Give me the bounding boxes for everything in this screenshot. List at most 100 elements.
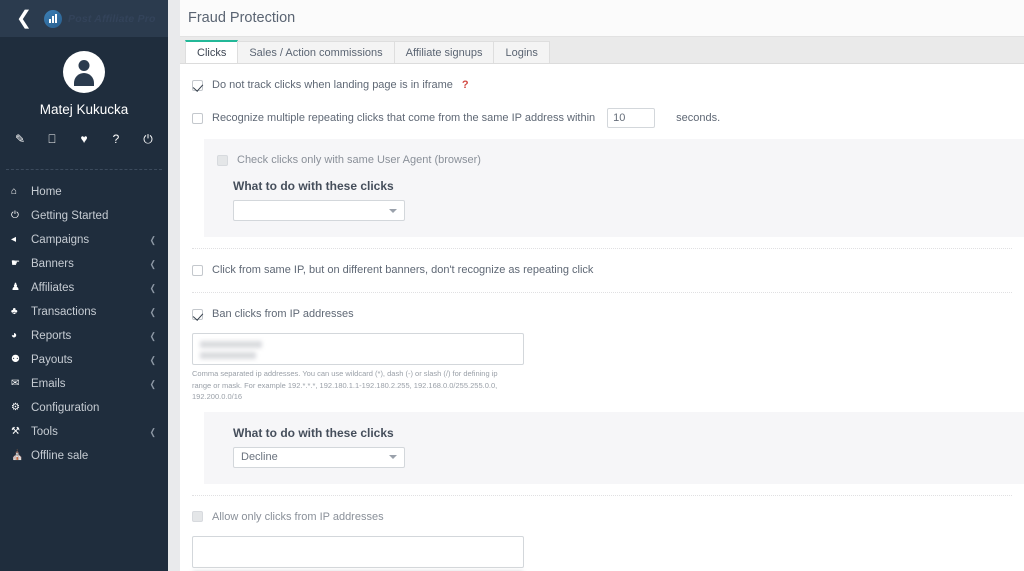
label-same-user-agent: Check clicks only with same User Agent (… (237, 154, 481, 166)
sidebar-item-banners[interactable]: ☛ Banners ❮ (0, 252, 168, 276)
divider (192, 292, 1012, 293)
sidebar-item-label: Tools (31, 426, 58, 438)
envelope-icon: ✉ (11, 378, 20, 389)
main-area: Fraud Protection Clicks Sales / Action c… (180, 0, 1024, 571)
allow-ip-textarea[interactable] (192, 535, 524, 568)
select-ban-action-value: Decline (241, 451, 278, 464)
panel-ban-action: What to do with these clicks Decline (204, 411, 1024, 484)
sidebar-item-campaigns[interactable]: ◂ Campaigns ❮ (0, 228, 168, 252)
heart-icon[interactable]: ♥ (77, 133, 91, 145)
chevron-left-icon: ❮ (150, 258, 157, 269)
label-seconds-suffix: seconds. (676, 112, 721, 124)
logo-badge-icon (44, 9, 62, 28)
heading-ban-action: What to do with these clicks (233, 425, 394, 440)
label-different-banners: Click from same IP, but on different ban… (212, 264, 594, 276)
sidebar-item-label: Affiliates (31, 282, 75, 294)
field-iframe-tracking: Do not track clicks when landing page is… (180, 74, 1024, 96)
label-allow-ip: Allow only clicks from IP addresses (212, 510, 384, 523)
sidebar-item-label: Offline sale (31, 450, 89, 462)
sidebar-item-getting-started[interactable]: ⏻ Getting Started (0, 204, 168, 228)
chevron-down-icon (389, 208, 397, 213)
tab-label: Logins (505, 46, 538, 59)
desktop-icon[interactable]: ⎕ (45, 133, 59, 145)
chart-pie-icon: ◕ (11, 330, 18, 341)
sidebar-item-tools[interactable]: ⚒ Tools ❮ (0, 420, 168, 444)
tab-label: Sales / Action commissions (249, 46, 383, 59)
sidebar-item-home[interactable]: ⌂ Home (0, 180, 168, 204)
field-repeating-clicks: Recognize multiple repeating clicks that… (180, 107, 1024, 129)
gear-icon: ⚙ (11, 402, 20, 413)
sidebar-item-payouts[interactable]: ⚉ Payouts ❮ (0, 348, 168, 372)
tab-bar: Clicks Sales / Action commissions Affili… (180, 37, 1024, 64)
checkbox-iframe-tracking[interactable] (192, 79, 203, 91)
checkbox-repeating-clicks[interactable] (192, 112, 203, 124)
money-bag-icon: ⚉ (11, 354, 20, 365)
chevron-left-icon: ❮ (150, 306, 157, 317)
quick-actions: ✎ ⎕ ♥ ? ⏻ (0, 133, 168, 159)
tab-sales-action-commissions[interactable]: Sales / Action commissions (237, 41, 395, 63)
sidebar-item-label: Home (31, 186, 62, 198)
sidebar-item-label: Transactions (31, 306, 97, 318)
chevron-left-icon: ❮ (150, 378, 157, 389)
field-ban-ip: Ban clicks from IP addresses (180, 303, 1024, 325)
tab-logins[interactable]: Logins (493, 41, 550, 63)
chevron-down-icon (389, 455, 397, 460)
sidebar-item-affiliates[interactable]: ♟ Affiliates ❮ (0, 276, 168, 300)
hint-ban-ip: Comma separated ip addresses. You can us… (192, 369, 498, 402)
chevron-left-icon: ❮ (150, 354, 157, 365)
sidebar-item-label: Banners (31, 258, 74, 270)
chevron-left-icon: ❮ (150, 426, 157, 437)
checkbox-ban-ip[interactable] (192, 308, 203, 320)
sidebar-item-label: Getting Started (31, 210, 109, 222)
tab-affiliate-signups[interactable]: Affiliate signups (393, 41, 495, 63)
tab-clicks[interactable]: Clicks (185, 40, 239, 63)
sidebar: ❮ Post Affiliate Pro Matej Kukucka ✎ ⎕ ♥… (0, 0, 168, 571)
form-content: Do not track clicks when landing page is… (180, 64, 1024, 571)
select-ban-action[interactable]: Decline (233, 446, 405, 468)
sidebar-item-label: Campaigns (31, 234, 90, 246)
chevron-left-icon: ❮ (150, 234, 157, 245)
label-iframe-tracking: Do not track clicks when landing page is… (212, 79, 453, 91)
help-icon[interactable]: ? (462, 79, 469, 91)
sidebar-item-label: Payouts (31, 354, 73, 366)
page-title: Fraud Protection (188, 10, 296, 26)
users-icon: ♟ (11, 282, 20, 293)
tab-label: Affiliate signups (405, 46, 483, 59)
checkbox-different-banners[interactable] (192, 264, 203, 276)
sidebar-item-reports[interactable]: ◕ Reports ❮ (0, 324, 168, 348)
field-allow-ip: Allow only clicks from IP addresses (180, 506, 1024, 528)
chevron-left-icon[interactable]: ❮ (10, 9, 38, 28)
tab-label: Clicks (197, 46, 227, 59)
sidebar-item-label: Configuration (31, 402, 100, 414)
seconds-input[interactable] (607, 108, 656, 128)
cart-icon: ♣ (11, 306, 18, 317)
rocket-icon: ⏻ (11, 210, 19, 221)
home-icon: ⌂ (11, 186, 18, 197)
sidebar-item-label: Emails (31, 378, 66, 390)
edit-profile-icon[interactable]: ✎ (13, 133, 27, 145)
field-same-user-agent: Check clicks only with same User Agent (… (204, 149, 1024, 171)
checkbox-same-user-agent[interactable] (217, 154, 228, 166)
app-logo[interactable]: Post Affiliate Pro (44, 9, 156, 28)
content-gutter (168, 0, 180, 571)
page-header: Fraud Protection (180, 0, 1024, 37)
sidebar-item-label: Reports (31, 330, 72, 342)
chevron-left-icon: ❮ (150, 282, 157, 293)
sidebar-item-offline-sale[interactable]: ⛪ Offline sale (0, 444, 168, 468)
app-root: ❮ Post Affiliate Pro Matej Kukucka ✎ ⎕ ♥… (0, 0, 1024, 571)
help-icon[interactable]: ? (109, 133, 123, 145)
sidebar-item-emails[interactable]: ✉ Emails ❮ (0, 372, 168, 396)
store-icon: ⛪ (11, 450, 24, 461)
sidebar-item-configuration[interactable]: ⚙ Configuration (0, 396, 168, 420)
power-logout-icon[interactable]: ⏻ (141, 133, 155, 145)
checkbox-allow-ip[interactable] (192, 511, 203, 523)
field-different-banners: Click from same IP, but on different ban… (180, 259, 1024, 281)
sidebar-item-transactions[interactable]: ♣ Transactions ❮ (0, 300, 168, 324)
heading-repeating-action: What to do with these clicks (233, 179, 394, 193)
sidebar-header: ❮ Post Affiliate Pro (0, 0, 168, 37)
ban-ip-textarea-wrap (180, 333, 1024, 365)
sidebar-nav: ⌂ Home ⏻ Getting Started ◂ Campaigns ❮ ☛… (0, 178, 168, 468)
avatar[interactable] (63, 51, 105, 93)
chevron-left-icon: ❮ (150, 330, 157, 341)
select-repeating-action[interactable] (233, 200, 405, 221)
